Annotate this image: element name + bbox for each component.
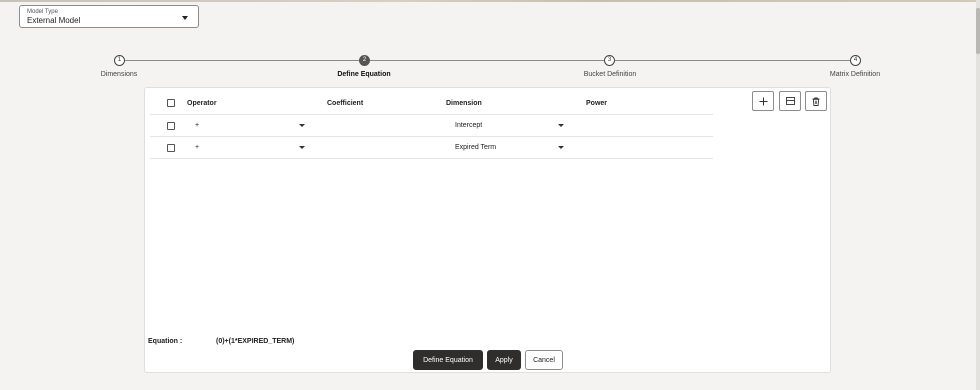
operator-value: +	[195, 144, 200, 151]
step-4-indicator[interactable]: 4	[850, 55, 861, 66]
dimension-select[interactable]: Intercept	[455, 115, 564, 136]
operator-select[interactable]: +	[195, 115, 305, 136]
add-row-button[interactable]	[752, 91, 774, 111]
operator-select[interactable]: +	[195, 137, 305, 158]
train-stepper: 1 2 3 4 Dimensions Define Equation Bucke…	[0, 53, 980, 85]
apply-button[interactable]: Apply	[487, 350, 521, 370]
step-1-indicator[interactable]: 1	[114, 55, 125, 66]
delete-row-button[interactable]	[805, 91, 827, 111]
cancel-button[interactable]: Cancel	[525, 350, 563, 370]
dimension-select[interactable]: Expired Term	[455, 137, 564, 158]
step-connector	[370, 60, 604, 61]
power-input[interactable]	[586, 115, 686, 136]
table-header-row: Operator Coefficient Dimension Power	[150, 92, 713, 115]
dimension-value: Expired Term	[455, 144, 497, 151]
header-operator[interactable]: Operator	[187, 92, 217, 114]
model-type-label: Model Type	[27, 9, 58, 15]
operator-value: +	[195, 122, 200, 129]
plus-icon	[759, 97, 767, 105]
define-equation-button[interactable]: Define Equation	[413, 350, 483, 370]
table-row[interactable]: + Expired Term	[150, 137, 713, 159]
chevron-down-icon	[299, 146, 305, 149]
step-2-indicator[interactable]: 2	[359, 55, 370, 66]
chevron-down-icon	[182, 16, 188, 20]
power-input[interactable]	[586, 137, 686, 158]
step-3-indicator[interactable]: 3	[604, 55, 615, 66]
chevron-down-icon	[558, 146, 564, 149]
step-1-label[interactable]: Dimensions	[101, 71, 138, 78]
model-type-select[interactable]: Model Type External Model	[19, 5, 199, 28]
coefficient-input[interactable]	[327, 137, 427, 158]
row-checkbox[interactable]	[167, 121, 175, 130]
step-3-label[interactable]: Bucket Definition	[584, 71, 637, 78]
trash-icon	[812, 97, 820, 106]
chevron-down-icon	[299, 124, 305, 127]
step-connector	[615, 60, 850, 61]
step-connector	[124, 60, 359, 61]
edit-row-button[interactable]	[779, 91, 801, 111]
dimension-value: Intercept	[455, 122, 483, 129]
select-all-checkbox[interactable]	[167, 99, 175, 107]
form-icon	[785, 97, 795, 105]
header-power[interactable]: Power	[586, 92, 607, 114]
coefficient-input[interactable]	[327, 115, 427, 136]
header-dimension[interactable]: Dimension	[446, 92, 482, 114]
equation-table: Operator Coefficient Dimension Power + I…	[150, 92, 713, 159]
define-equation-panel: Operator Coefficient Dimension Power + I…	[144, 87, 831, 373]
header-coefficient[interactable]: Coefficient	[327, 92, 363, 114]
step-4-label[interactable]: Matrix Definition	[830, 71, 880, 78]
top-accent-strip	[0, 0, 980, 2]
equation-value: (0)+(1*EXPIRED_TERM)	[216, 338, 295, 345]
table-row[interactable]: + Intercept	[150, 115, 713, 137]
model-type-value: External Model	[27, 16, 81, 25]
scrollbar-thumb[interactable]	[976, 8, 980, 54]
step-2-label[interactable]: Define Equation	[337, 71, 390, 78]
row-checkbox[interactable]	[167, 143, 175, 152]
equation-label: Equation :	[148, 338, 183, 345]
chevron-down-icon	[558, 124, 564, 127]
